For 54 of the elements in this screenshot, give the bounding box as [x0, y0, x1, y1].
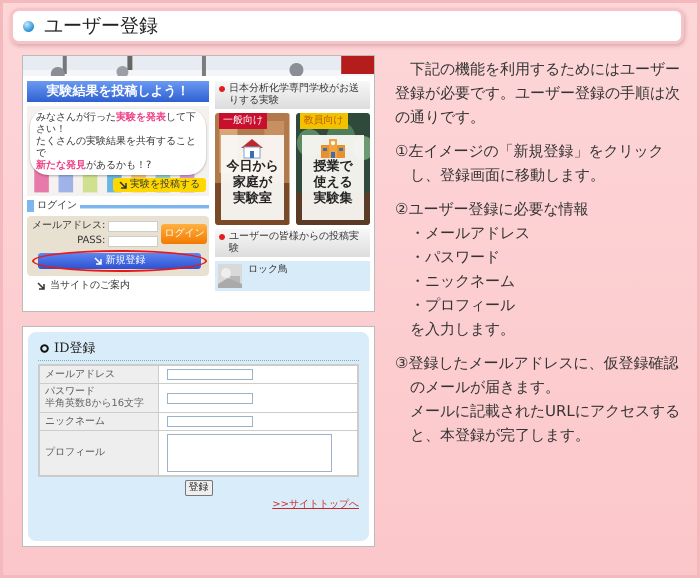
input-field[interactable]	[167, 392, 253, 404]
section-title: 日本分析化学専門学校がお送りする実験	[229, 83, 360, 107]
card-title: 家庭が	[232, 175, 272, 190]
field-note: 半角英数8から16文字	[45, 398, 146, 410]
form-heading: ID登録	[54, 340, 96, 357]
post-button[interactable]: 実験を投稿する	[113, 178, 206, 192]
card-title: 使える	[313, 175, 352, 190]
field-label: PASS:	[76, 235, 106, 247]
register-button[interactable]: 新規登録	[38, 253, 202, 269]
input-field[interactable]	[167, 369, 253, 380]
arrow-icon	[94, 257, 102, 265]
field-label: メールアドレス:	[32, 220, 106, 232]
category-tag: 一般向け	[219, 113, 267, 129]
arrow-icon	[119, 181, 127, 189]
field-label: プロフィール	[45, 447, 106, 459]
email-field[interactable]	[108, 220, 158, 232]
category-tag: 教員向け	[300, 113, 348, 129]
section-title: ユーザーの皆様からの投稿実験	[229, 231, 360, 255]
list-item: ・パスワード	[409, 247, 501, 268]
intro-text: 下記の機能を利用するためにはユーザー登録が必要です。ユーザー登録の手順は次の通りです。	[395, 59, 681, 128]
guide-link[interactable]: 当サイトのご案内	[50, 280, 130, 292]
bullet-icon	[219, 86, 225, 92]
step-text: ②ユーザー登録に必要な情報	[395, 199, 590, 220]
bubble-text: みなさんが行った実験を発表して下さい！	[36, 112, 197, 136]
page-title: ユーザー登録	[44, 14, 158, 39]
arrow-icon	[37, 282, 45, 290]
input-field[interactable]	[167, 416, 253, 427]
post-title: ロック鳥	[248, 264, 288, 277]
step-text: メールに記載されたURLにアクセスすると、本登録が完了します。	[409, 401, 681, 446]
card-title: 授業で	[313, 159, 352, 175]
bullet-icon	[23, 20, 34, 32]
step-text: ③登録したメールアドレスに、仮登録確認のメールが届きます。	[395, 353, 680, 398]
banner-heading: 実験結果を投稿しよう！	[27, 81, 209, 102]
post-item[interactable]: ロック鳥	[215, 261, 370, 291]
bubble-text: 新たな発見があるかも！?	[36, 160, 152, 172]
section-heading: ログイン	[27, 200, 80, 212]
list-item: ・ニックネーム	[409, 271, 516, 292]
site-top-link[interactable]: >>サイトトップへ	[272, 499, 359, 511]
step-text: ①左イメージの「新規登録」をクリックし、登録画面に移動します。	[395, 141, 664, 186]
list-item: ・プロフィール	[409, 295, 516, 316]
field-label: メールアドレス	[45, 368, 116, 380]
bullet-icon	[219, 234, 225, 240]
password-field[interactable]	[108, 236, 158, 246]
submit-button[interactable]: 登録	[184, 480, 212, 496]
text-area[interactable]	[167, 434, 332, 472]
field-label: ニックネーム	[45, 416, 106, 428]
step-text: を入力します。	[409, 319, 516, 340]
card-title: 実験室	[232, 191, 272, 207]
field-label: パスワード	[45, 386, 96, 398]
bubble-text: たくさんの実験結果を共有することで	[36, 136, 197, 159]
card-title: 実験集	[313, 191, 352, 207]
circle-icon	[40, 344, 49, 352]
list-item: ・メールアドレス	[409, 223, 531, 244]
card-title: 今日から	[226, 159, 278, 174]
